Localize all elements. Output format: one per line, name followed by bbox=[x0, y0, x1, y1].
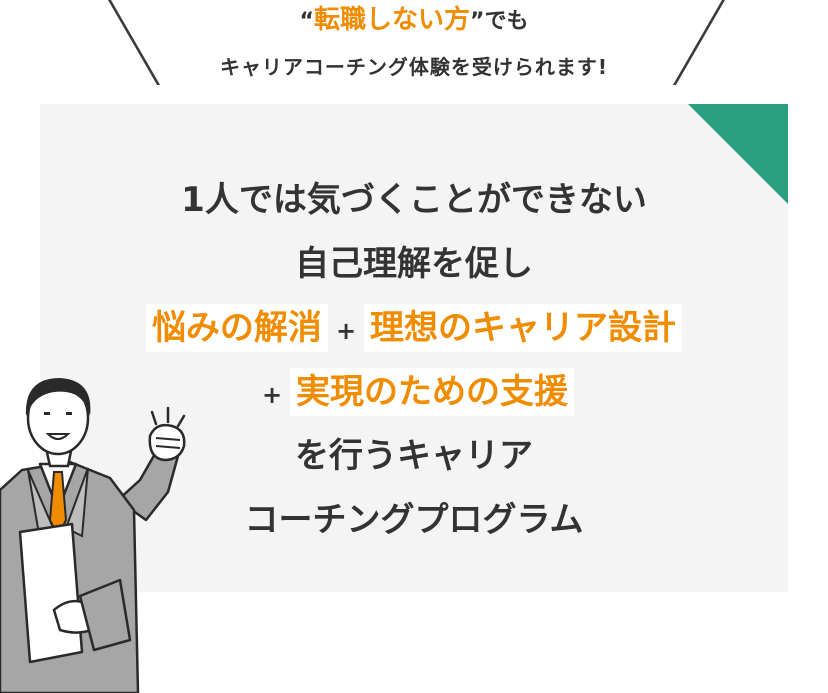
sparkle-icon bbox=[150, 406, 186, 428]
header-highlight: 転職しない方 bbox=[313, 5, 470, 35]
message-line-2: 自己理解を促し bbox=[295, 244, 533, 284]
tag-worry-resolution: 悩みの解消 bbox=[145, 304, 328, 352]
plus-sign: + bbox=[261, 381, 283, 409]
plus-sign: + bbox=[335, 317, 357, 345]
tag-ideal-career-design: 理想のキャリア設計 bbox=[364, 304, 683, 352]
quote-open: “ bbox=[299, 9, 314, 34]
header-line-2: キャリアコーチング体験を受けられます! bbox=[219, 55, 609, 79]
header-suffix: でも bbox=[484, 9, 529, 34]
message-line-3: 悩みの解消 + 理想のキャリア設計 bbox=[40, 296, 788, 360]
header-line-1: “転職しない方”でも bbox=[0, 0, 828, 42]
header-banner: “転職しない方”でも キャリアコーチング体験を受けられます! bbox=[0, 0, 828, 100]
quote-close: ” bbox=[470, 9, 485, 34]
message-line-1: 1人では気づくことができない bbox=[181, 180, 647, 220]
tag-realization-support: 実現のための支援 bbox=[290, 368, 575, 416]
businessman-fist-pump-illustration bbox=[0, 378, 186, 693]
